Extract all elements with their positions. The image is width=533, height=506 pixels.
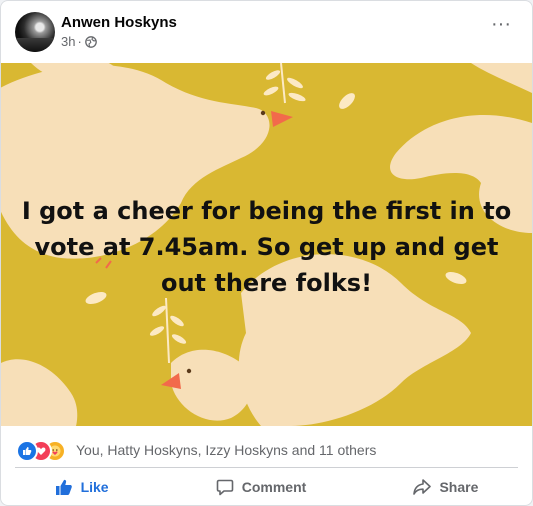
like-reaction-icon xyxy=(16,440,38,462)
comment-button[interactable]: Comment xyxy=(194,472,329,502)
post-card: Anwen Hoskyns 3h · ··· I got a cheer for… xyxy=(0,0,533,506)
post-header: Anwen Hoskyns 3h · ··· xyxy=(1,1,532,63)
reactions-summary[interactable]: You, Hatty Hoskyns, Izzy Hoskyns and 11 … xyxy=(76,442,376,458)
like-label: Like xyxy=(80,478,109,495)
caption-line-3: out there folks! xyxy=(160,269,373,297)
share-button[interactable]: Share xyxy=(391,472,500,502)
post-meta: 3h · xyxy=(61,34,97,49)
meta-separator: · xyxy=(77,34,82,49)
share-icon xyxy=(413,478,432,495)
author-name[interactable]: Anwen Hoskyns xyxy=(61,14,177,31)
image-caption: I got a cheer for being the first in to … xyxy=(1,193,532,301)
more-horizontal-icon[interactable]: ··· xyxy=(489,14,513,39)
like-button[interactable]: Like xyxy=(33,472,131,502)
post-time[interactable]: 3h xyxy=(61,34,75,49)
globe-icon[interactable] xyxy=(84,35,97,48)
comment-label: Comment xyxy=(241,478,307,495)
share-label: Share xyxy=(439,478,479,495)
reaction-icons[interactable] xyxy=(16,440,72,462)
caption-line-2: vote at 7.45am. So get up and get xyxy=(34,233,499,261)
reactions-bar[interactable]: You, Hatty Hoskyns, Izzy Hoskyns and 11 … xyxy=(1,426,532,470)
thumbs-up-icon xyxy=(55,479,72,495)
caption-line-1: I got a cheer for being the first in to xyxy=(21,197,512,225)
post-image[interactable]: I got a cheer for being the first in to … xyxy=(1,63,532,426)
comment-icon xyxy=(216,479,234,495)
avatar[interactable] xyxy=(15,12,55,52)
post-actions: Like Comment Share xyxy=(1,468,532,505)
